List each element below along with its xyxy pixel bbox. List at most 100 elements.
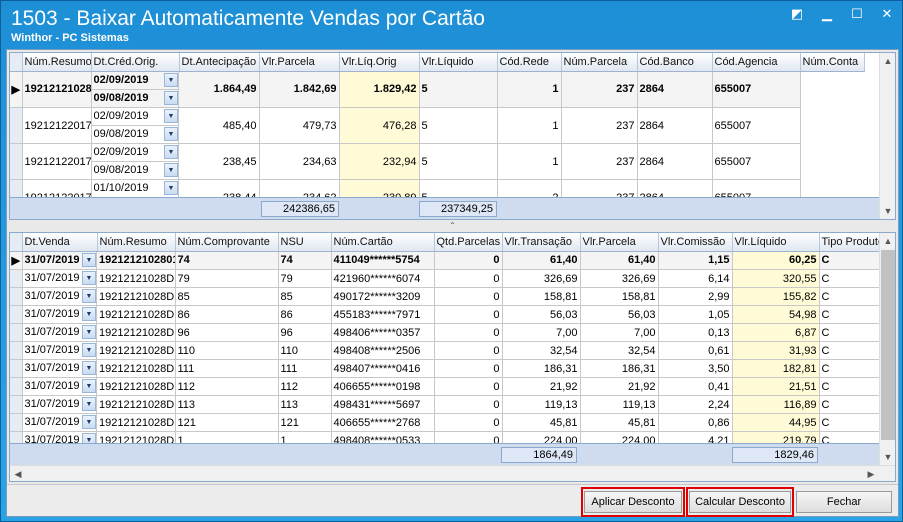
column-header[interactable]: Tipo Produto xyxy=(819,233,882,252)
table-cell[interactable]: 237 xyxy=(561,71,638,108)
table-cell[interactable]: 32,54 xyxy=(502,341,581,360)
table-cell[interactable]: 113 xyxy=(278,395,332,414)
dropdown-arrow-icon[interactable]: ▼ xyxy=(164,145,178,159)
table-cell[interactable]: 121 xyxy=(278,413,332,432)
table-cell[interactable]: 155,82 xyxy=(732,287,820,306)
dropdown-arrow-icon[interactable]: ▼ xyxy=(82,397,96,411)
table-cell[interactable]: 0 xyxy=(434,359,503,378)
table-cell[interactable]: 406655******2768 xyxy=(331,413,435,432)
table-cell[interactable]: 5 xyxy=(419,71,498,108)
table-cell[interactable]: 32,54 xyxy=(580,341,659,360)
table-cell[interactable]: 1,15 xyxy=(658,251,733,270)
table-cell[interactable]: 0 xyxy=(434,341,503,360)
table-cell[interactable]: 19212121028D xyxy=(97,341,176,360)
table-cell[interactable]: 1.842,69 xyxy=(259,71,340,108)
help-icon[interactable]: ◩ xyxy=(790,7,804,21)
table-cell[interactable]: 31,93 xyxy=(732,341,820,360)
table-cell[interactable]: 0 xyxy=(434,305,503,324)
table-cell[interactable]: 96 xyxy=(278,323,332,342)
table-cell[interactable]: 655007 xyxy=(712,107,801,144)
column-header[interactable]: NSU xyxy=(278,233,332,252)
column-header[interactable]: Núm.Parcela xyxy=(561,53,638,72)
scroll-thumb[interactable] xyxy=(881,250,895,440)
table-cell[interactable]: 85 xyxy=(175,287,279,306)
table-cell[interactable]: 02/09/2019 ▼ xyxy=(91,143,179,162)
scroll-right-icon[interactable]: ▶ xyxy=(863,466,879,481)
table-cell[interactable]: 0 xyxy=(434,269,503,288)
dropdown-arrow-icon[interactable]: ▼ xyxy=(82,253,96,267)
column-header[interactable]: Dt.Antecipação xyxy=(179,53,260,72)
table-cell[interactable]: 186,31 xyxy=(580,359,659,378)
table-cell[interactable]: 1 xyxy=(497,71,562,108)
table-cell[interactable]: 19212121028D xyxy=(97,359,176,378)
vendas-vscroll[interactable]: ▲ ▼ xyxy=(879,233,895,465)
dropdown-arrow-icon[interactable]: ▼ xyxy=(164,109,178,123)
table-cell[interactable]: 31/07/2019 ▼ xyxy=(22,305,97,324)
table-cell[interactable]: 19212121028D xyxy=(97,269,176,288)
table-cell[interactable]: 1921212201702 xyxy=(22,143,92,180)
table-cell[interactable]: 56,03 xyxy=(580,305,659,324)
table-cell[interactable]: 0 xyxy=(434,251,503,270)
table-cell[interactable]: 237 xyxy=(561,143,638,180)
scroll-left-icon[interactable]: ◀ xyxy=(10,466,26,481)
table-cell[interactable]: 479,73 xyxy=(259,107,340,144)
table-row[interactable]: 31/07/2019 ▼ 19212121028D 96 96 498406******0… xyxy=(10,323,882,342)
table-row[interactable]: ▶ 31/07/2019 ▼ 1921212102801 74 74 411049*****… xyxy=(10,251,882,270)
table-row[interactable]: 31/07/2019 ▼ 19212121028D 86 86 455183******7… xyxy=(10,305,882,324)
table-cell[interactable]: 61,40 xyxy=(502,251,581,270)
table-cell[interactable]: 86 xyxy=(175,305,279,324)
table-row[interactable]: 31/07/2019 ▼ 19212121028D 112 112 406655*****… xyxy=(10,377,882,396)
table-cell[interactable]: 490172******3209 xyxy=(331,287,435,306)
table-cell[interactable]: C xyxy=(819,413,882,432)
table-cell[interactable]: 0,13 xyxy=(658,323,733,342)
column-header[interactable]: Vlr.Comissão xyxy=(658,233,733,252)
table-cell[interactable]: C xyxy=(819,269,882,288)
table-cell[interactable]: 1921212102801 xyxy=(22,71,92,108)
table-cell[interactable]: 56,03 xyxy=(502,305,581,324)
dropdown-arrow-icon[interactable]: ▼ xyxy=(82,343,96,357)
column-header[interactable]: Vlr.Líq.Orig xyxy=(339,53,420,72)
table-cell[interactable]: 7,00 xyxy=(502,323,581,342)
table-cell[interactable]: 31/07/2019 ▼ xyxy=(22,341,97,360)
grid-splitter[interactable]: ⌃ xyxy=(9,222,896,230)
column-header[interactable]: Núm.Resumo xyxy=(22,53,92,72)
table-cell[interactable]: 3,50 xyxy=(658,359,733,378)
column-header[interactable]: Dt.Créd.Orig. xyxy=(91,53,180,72)
table-cell[interactable]: 234,63 xyxy=(259,143,340,180)
table-cell[interactable]: 19212121028D xyxy=(97,305,176,324)
column-header[interactable]: Dt.Venda xyxy=(22,233,98,252)
table-cell[interactable]: 655007 xyxy=(712,71,801,108)
table-cell[interactable]: 01/10/2019 ▼ xyxy=(91,179,179,198)
table-cell[interactable]: 326,69 xyxy=(580,269,659,288)
table-cell[interactable]: 498408******2506 xyxy=(331,341,435,360)
table-cell[interactable]: 113 xyxy=(175,395,279,414)
table-row[interactable]: 192121220170102/09/2019 ▼ 09/08/2019 ▼485,4… xyxy=(10,107,864,144)
table-cell[interactable]: 5 xyxy=(419,107,498,144)
close-icon[interactable]: ✕ xyxy=(880,7,894,21)
table-cell[interactable]: 411049******5754 xyxy=(331,251,435,270)
table-cell[interactable]: 1.864,49 xyxy=(179,71,260,108)
table-cell[interactable]: 74 xyxy=(278,251,332,270)
column-header[interactable]: Cód.Agencia xyxy=(712,53,801,72)
vendas-hscroll[interactable]: ◀ ▶ xyxy=(10,465,895,481)
dropdown-arrow-icon[interactable]: ▼ xyxy=(82,307,96,321)
table-cell[interactable]: 1 xyxy=(497,107,562,144)
table-cell[interactable]: 326,69 xyxy=(502,269,581,288)
table-cell[interactable]: 1921212102801 xyxy=(97,251,176,270)
table-cell[interactable]: 0 xyxy=(434,287,503,306)
table-cell[interactable]: 44,95 xyxy=(732,413,820,432)
table-cell[interactable]: 421960******6074 xyxy=(331,269,435,288)
table-cell[interactable]: 498431******5697 xyxy=(331,395,435,414)
table-cell[interactable]: 85 xyxy=(278,287,332,306)
table-cell[interactable]: 54,98 xyxy=(732,305,820,324)
table-cell[interactable]: 21,92 xyxy=(502,377,581,396)
table-row[interactable]: 31/07/2019 ▼ 19212121028D 110 110 498408*****… xyxy=(10,341,882,360)
table-cell[interactable]: 31/07/2019 ▼ xyxy=(22,359,97,378)
table-cell[interactable]: 158,81 xyxy=(502,287,581,306)
table-cell[interactable]: 31/07/2019 ▼ xyxy=(22,269,97,288)
table-cell[interactable]: 1921212201701 xyxy=(22,107,92,144)
table-cell[interactable]: 19212121028D xyxy=(97,395,176,414)
table-cell[interactable]: 74 xyxy=(175,251,279,270)
table-cell[interactable]: 60,25 xyxy=(732,251,820,270)
table-cell[interactable]: C xyxy=(819,287,882,306)
